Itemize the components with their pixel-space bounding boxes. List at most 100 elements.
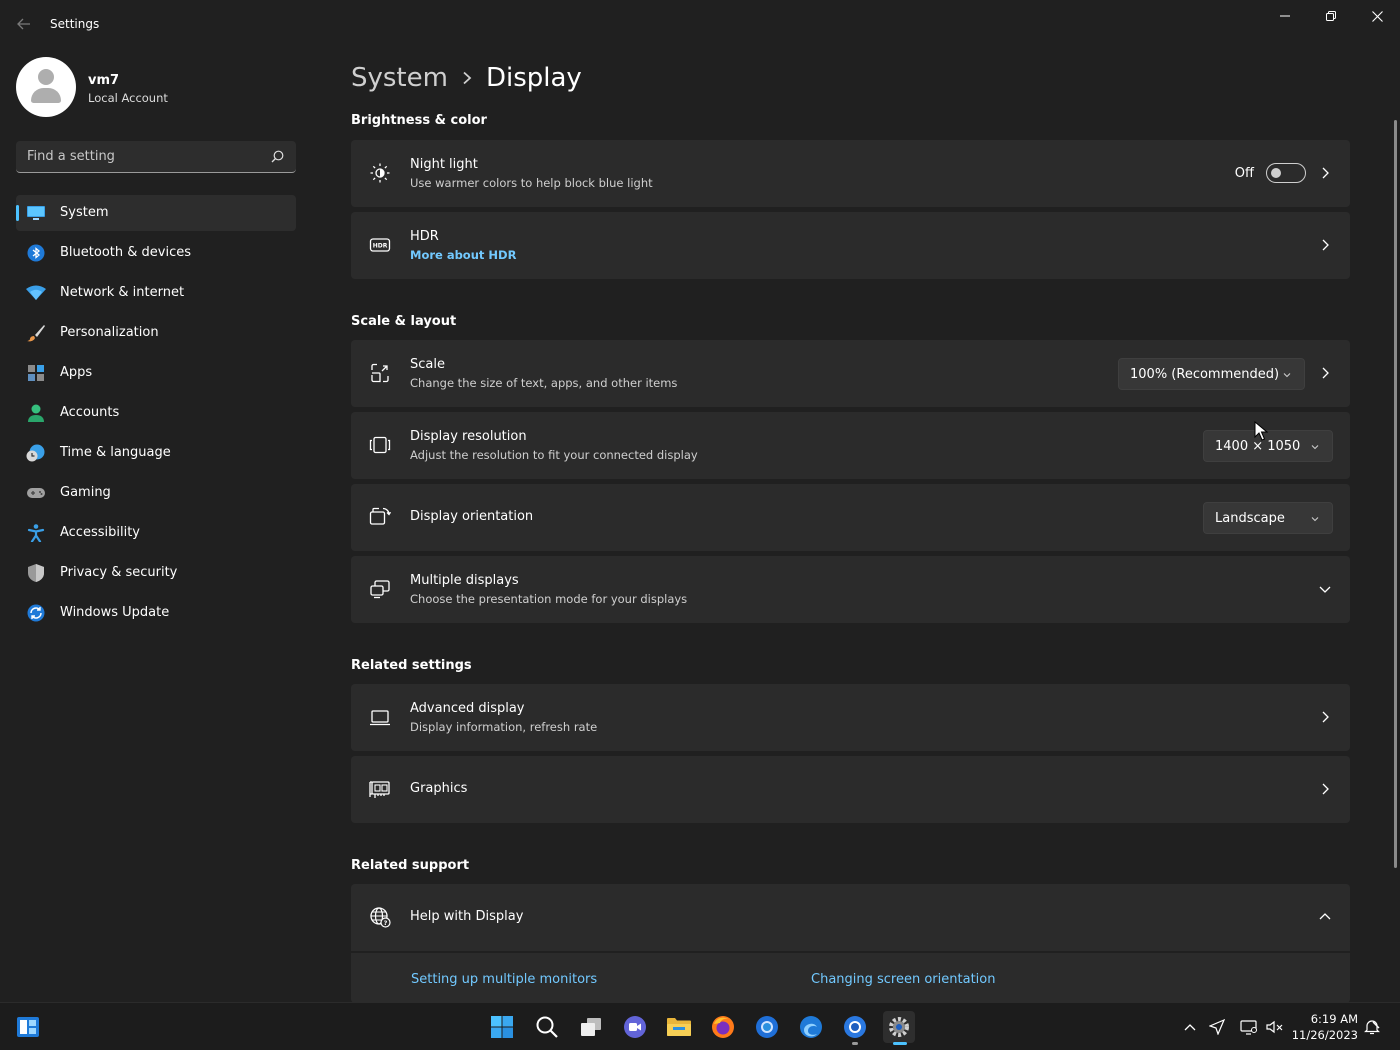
show-hidden-icons-button[interactable] — [1180, 1017, 1200, 1037]
taskbar-clock[interactable]: 6:19 AM 11/26/2023 — [1292, 1011, 1358, 1043]
chevron-right-icon — [1322, 711, 1329, 723]
orientation-dropdown[interactable]: Landscape — [1203, 502, 1333, 534]
sidebar-item-personalization[interactable]: Personalization — [16, 315, 296, 351]
avatar — [16, 57, 76, 117]
section-title-brightness: Brightness & color — [351, 113, 487, 128]
brightness-icon — [370, 163, 390, 183]
chevron-right-icon — [1322, 783, 1329, 795]
sidebar-item-label: System — [60, 205, 109, 220]
display-resolution-card: Display resolution Adjust the resolution… — [351, 412, 1350, 479]
location-tray-button[interactable] — [1207, 1017, 1227, 1037]
night-light-toggle[interactable] — [1266, 163, 1306, 183]
chat-icon — [624, 1016, 646, 1038]
sidebar-item-windows-update[interactable]: Windows Update — [16, 595, 296, 631]
volume-tray-button[interactable] — [1265, 1017, 1285, 1037]
taskbar: 6:19 AM 11/26/2023 — [0, 1002, 1400, 1050]
title-bar: Settings — [0, 0, 1400, 48]
scrollbar[interactable] — [1394, 120, 1397, 868]
notifications-button[interactable] — [1362, 1017, 1382, 1037]
multiple-displays-icon — [370, 580, 390, 599]
clock-time: 6:19 AM — [1310, 1012, 1358, 1026]
person-icon — [28, 404, 44, 422]
back-arrow-icon — [17, 18, 30, 30]
resolution-dropdown-value: 1400 × 1050 — [1215, 439, 1301, 454]
start-button[interactable] — [486, 1011, 518, 1043]
scale-dropdown-value: 100% (Recommended) — [1130, 367, 1280, 382]
hdr-icon: HDR — [369, 238, 391, 252]
resolution-dropdown[interactable]: 1400 × 1050 — [1203, 430, 1333, 462]
chevron-up-icon[interactable] — [1318, 910, 1332, 924]
sidebar-item-privacy-security[interactable]: Privacy & security — [16, 555, 296, 591]
widgets-icon — [17, 1017, 39, 1037]
multiple-displays-card[interactable]: Multiple displays Choose the presentatio… — [351, 556, 1350, 623]
night-light-title: Night light — [410, 157, 478, 172]
sidebar-item-network[interactable]: Network & internet — [16, 275, 296, 311]
chrome-window-button[interactable] — [839, 1011, 871, 1045]
scale-card[interactable]: Scale Change the size of text, apps, and… — [351, 340, 1350, 407]
chevron-down-icon — [1283, 373, 1291, 378]
sidebar-item-bluetooth[interactable]: Bluetooth & devices — [16, 235, 296, 271]
scale-dropdown[interactable]: 100% (Recommended) — [1118, 358, 1305, 390]
firefox-button[interactable] — [707, 1011, 739, 1043]
hdr-card[interactable]: HDR HDR More about HDR — [351, 212, 1350, 279]
teams-chat-button[interactable] — [619, 1011, 651, 1043]
more-about-hdr-link[interactable]: More about HDR — [410, 248, 516, 262]
graphics-card[interactable]: Graphics — [351, 756, 1350, 823]
network-tray-button[interactable] — [1239, 1017, 1259, 1037]
file-explorer-button[interactable] — [663, 1011, 695, 1043]
help-link-multiple-monitors[interactable]: Setting up multiple monitors — [411, 972, 597, 987]
mouse-cursor-icon — [1254, 421, 1268, 441]
chevron-right-icon — [1322, 239, 1329, 251]
sidebar-item-label: Time & language — [60, 445, 171, 460]
sidebar-item-label: Gaming — [60, 485, 111, 500]
chrome-icon — [844, 1016, 866, 1038]
sidebar-item-label: Bluetooth & devices — [60, 245, 191, 260]
sidebar-item-system[interactable]: System — [16, 195, 296, 231]
minimize-icon — [1280, 15, 1290, 17]
scale-title: Scale — [410, 357, 445, 372]
user-name: vm7 — [88, 73, 120, 88]
search-input[interactable] — [16, 141, 261, 172]
page-title: Display — [485, 63, 582, 93]
orientation-dropdown-value: Landscape — [1215, 511, 1285, 526]
advanced-display-card[interactable]: Advanced display Display information, re… — [351, 684, 1350, 751]
chevron-right-icon — [462, 71, 472, 85]
sidebar-item-label: Windows Update — [60, 605, 170, 620]
back-button[interactable] — [10, 10, 38, 38]
restore-icon — [1326, 11, 1336, 21]
clock-date: 11/26/2023 — [1291, 1028, 1358, 1042]
search-icon[interactable] — [271, 150, 284, 163]
close-button[interactable] — [1354, 0, 1400, 32]
help-with-display-card[interactable]: ? Help with Display — [351, 884, 1350, 951]
sidebar-item-apps[interactable]: Apps — [16, 355, 296, 391]
user-profile[interactable]: vm7 Local Account — [16, 57, 296, 117]
settings-app-button[interactable] — [883, 1011, 915, 1045]
chrome-button[interactable] — [751, 1011, 783, 1043]
sidebar-item-accounts[interactable]: Accounts — [16, 395, 296, 431]
advanced-display-title: Advanced display — [410, 701, 525, 716]
breadcrumb-parent-link[interactable]: System — [351, 63, 448, 93]
app-title: Settings — [50, 17, 100, 31]
restore-button[interactable] — [1308, 0, 1354, 32]
orientation-icon — [369, 507, 391, 525]
search-box[interactable] — [16, 141, 296, 173]
section-title-related-settings: Related settings — [351, 658, 472, 673]
graphics-card-icon — [369, 781, 390, 798]
chevron-down-icon[interactable] — [1318, 582, 1332, 596]
edge-button[interactable] — [795, 1011, 827, 1043]
sidebar-item-gaming[interactable]: Gaming — [16, 475, 296, 511]
sidebar-item-time-language[interactable]: Time & language — [16, 435, 296, 471]
help-link-screen-orientation[interactable]: Changing screen orientation — [811, 972, 995, 987]
sidebar-item-accessibility[interactable]: Accessibility — [16, 515, 296, 551]
task-view-button[interactable] — [575, 1011, 607, 1043]
monitor-icon — [27, 206, 45, 220]
widgets-button[interactable] — [12, 1011, 44, 1043]
gamepad-icon — [27, 488, 45, 498]
minimize-button[interactable] — [1262, 0, 1308, 32]
taskbar-search-button[interactable] — [531, 1011, 563, 1043]
night-light-card[interactable]: Night light Use warmer colors to help bl… — [351, 140, 1350, 207]
firefox-icon — [712, 1016, 734, 1038]
help-with-display-title: Help with Display — [410, 909, 524, 924]
update-icon — [27, 604, 45, 622]
sidebar-item-label: Apps — [60, 365, 93, 380]
